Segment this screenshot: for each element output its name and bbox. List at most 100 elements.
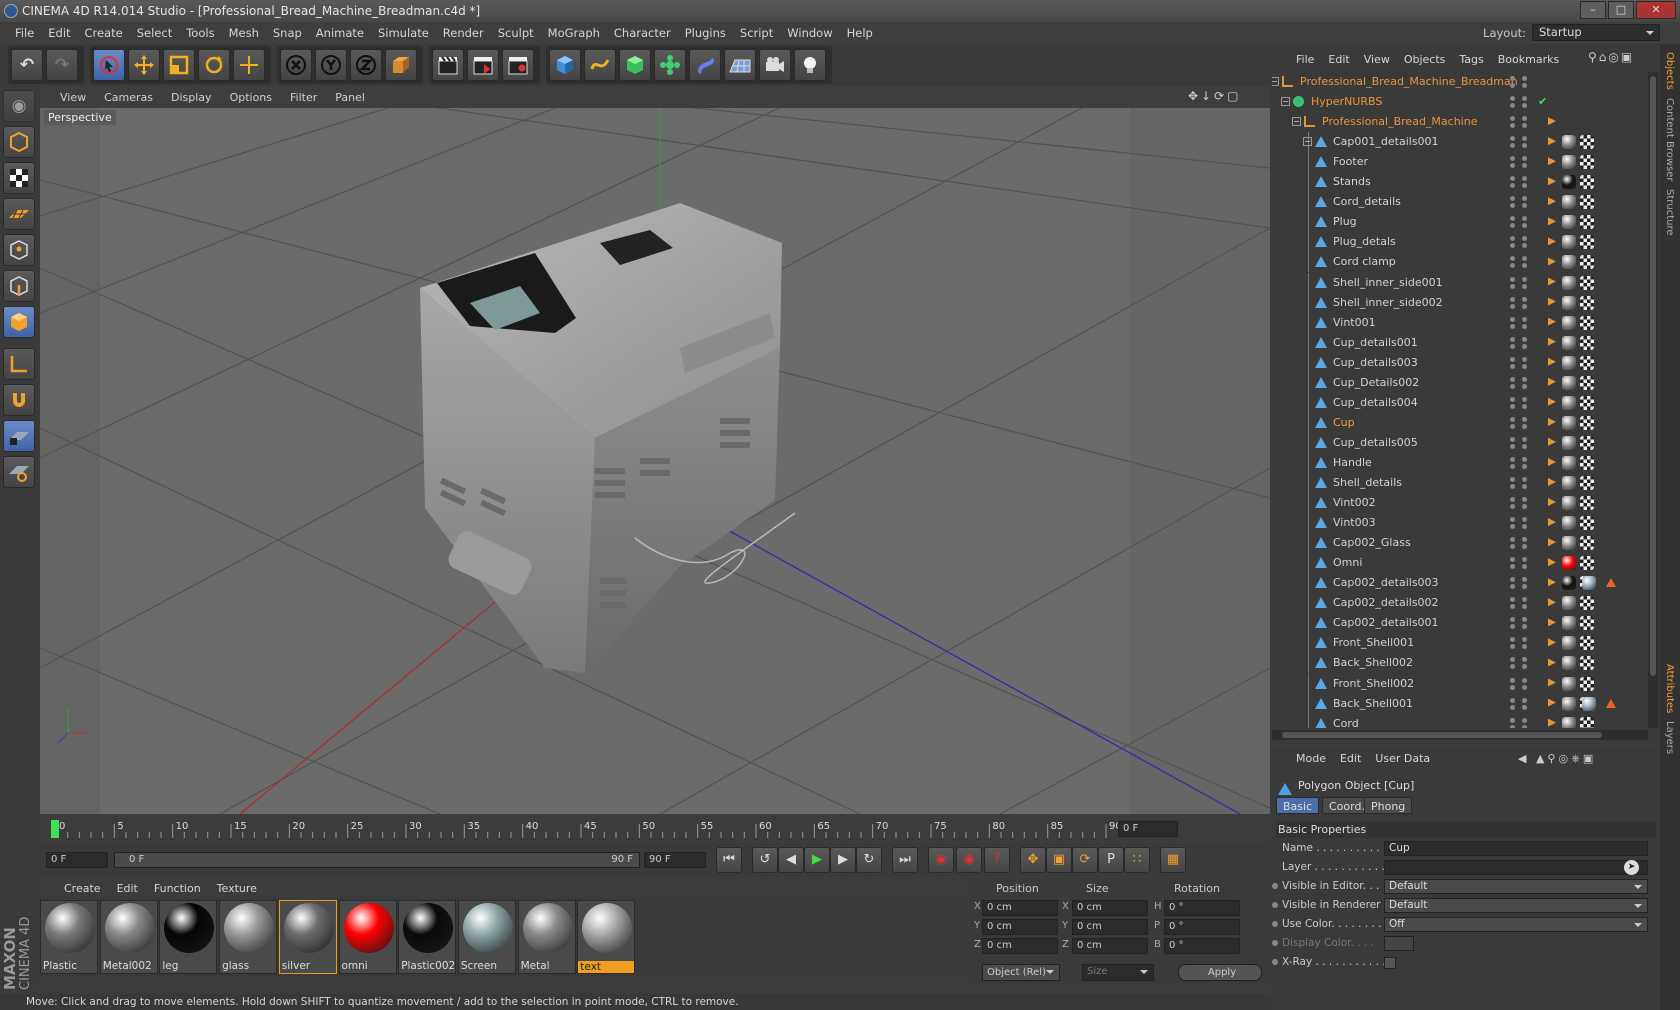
- visibility-dots[interactable]: [1510, 697, 1516, 710]
- material-tag-icon[interactable]: [1562, 275, 1576, 290]
- menu-edit[interactable]: Edit: [41, 26, 77, 40]
- material-tag-icon[interactable]: [1562, 536, 1576, 551]
- side-tab-objects[interactable]: Objects: [1664, 52, 1675, 90]
- material-tag-icon[interactable]: [1562, 235, 1576, 250]
- object-row[interactable]: Back_Shell001: [1272, 693, 1648, 714]
- polygon-mode-button[interactable]: [3, 306, 35, 338]
- uvw-tag-icon[interactable]: [1580, 355, 1594, 370]
- visibility-dots[interactable]: [1510, 76, 1516, 88]
- add-floor-button[interactable]: [724, 49, 756, 81]
- object-row[interactable]: Cord: [1272, 713, 1648, 728]
- visibility-dots[interactable]: [1510, 336, 1516, 349]
- render-dots[interactable]: [1522, 717, 1528, 728]
- material-menu-function[interactable]: Function: [154, 882, 201, 895]
- render-dots[interactable]: [1522, 697, 1528, 710]
- object-menu-tags[interactable]: Tags: [1459, 53, 1483, 66]
- locked-workplane-button[interactable]: [3, 420, 35, 452]
- menu-render[interactable]: Render: [436, 26, 491, 40]
- key-position-button[interactable]: ✥: [1020, 847, 1046, 873]
- phong-tag-icon[interactable]: [1548, 377, 1556, 386]
- object-row[interactable]: Cup_details003: [1272, 352, 1648, 373]
- visibility-dots[interactable]: [1510, 396, 1516, 409]
- redo-button[interactable]: ↷: [46, 49, 78, 81]
- visibility-dots[interactable]: [1510, 256, 1516, 269]
- size-z-field[interactable]: 0 cm: [1072, 938, 1148, 954]
- planar-workplane-button[interactable]: [3, 456, 35, 488]
- phong-tag-icon[interactable]: [1548, 598, 1556, 607]
- last-tool-button[interactable]: [233, 49, 265, 81]
- viewport-menu-options[interactable]: Options: [230, 91, 272, 104]
- phong-tag-icon[interactable]: [1548, 638, 1556, 647]
- render-settings-button[interactable]: [502, 49, 534, 81]
- visibility-dots[interactable]: [1510, 717, 1516, 728]
- menu-plugins[interactable]: Plugins: [678, 26, 733, 40]
- uvw-tag-icon[interactable]: [1580, 135, 1594, 150]
- layer-pick-icon[interactable]: ➤: [1624, 860, 1639, 875]
- uvw-tag-icon[interactable]: [1580, 676, 1594, 691]
- material-swatch[interactable]: Plastic: [40, 900, 98, 974]
- object-row[interactable]: − Professional_Bread_Machine_Breadman: [1272, 72, 1648, 92]
- visibility-dots[interactable]: [1510, 316, 1516, 329]
- render-dots[interactable]: [1522, 456, 1528, 469]
- object-list-hscroll[interactable]: [1272, 730, 1648, 740]
- material-tag-icon[interactable]: [1562, 576, 1576, 591]
- y-axis-button[interactable]: [315, 49, 347, 81]
- render-dots[interactable]: [1522, 657, 1528, 670]
- edge-mode-button[interactable]: [3, 270, 35, 302]
- material-tag-icon[interactable]: [1562, 255, 1576, 270]
- render-dots[interactable]: [1522, 336, 1528, 349]
- material-tag-icon[interactable]: [1582, 576, 1596, 591]
- expand-toggle[interactable]: −: [1292, 117, 1301, 127]
- menu-animate[interactable]: Animate: [309, 26, 371, 40]
- visibility-dots[interactable]: [1510, 657, 1516, 670]
- render-dots[interactable]: [1522, 677, 1528, 690]
- render-dots[interactable]: [1522, 116, 1528, 129]
- visibility-dots[interactable]: [1510, 456, 1516, 469]
- menu-snap[interactable]: Snap: [266, 26, 309, 40]
- layer-field[interactable]: [1384, 860, 1648, 875]
- phong-tag-icon[interactable]: [1548, 478, 1556, 486]
- menu-window[interactable]: Window: [780, 26, 839, 40]
- render-dots[interactable]: [1522, 356, 1528, 369]
- play-button[interactable]: ▶: [804, 847, 830, 873]
- add-nurbs-button[interactable]: [619, 49, 651, 81]
- live-selection-button[interactable]: [93, 49, 125, 81]
- object-row[interactable]: Handle: [1272, 452, 1648, 473]
- position-x-field[interactable]: 0 cm: [982, 900, 1058, 916]
- object-list-vscroll[interactable]: [1648, 72, 1658, 728]
- visibility-dots[interactable]: [1510, 196, 1516, 209]
- visibility-dots[interactable]: [1510, 236, 1516, 249]
- material-tag-icon[interactable]: [1562, 335, 1576, 350]
- phong-tag-icon[interactable]: [1548, 217, 1556, 226]
- go-to-end-button[interactable]: ⏭: [892, 847, 918, 873]
- axis-mode-button[interactable]: [3, 348, 35, 380]
- point-mode-button[interactable]: [3, 234, 35, 266]
- visibility-dots[interactable]: [1510, 597, 1516, 610]
- render-dots[interactable]: [1522, 236, 1528, 249]
- minimize-button[interactable]: –: [1580, 1, 1606, 19]
- size-mode-dropdown[interactable]: Size: [1082, 964, 1154, 981]
- material-swatch[interactable]: Metal002: [99, 900, 158, 974]
- rotation-p-field[interactable]: 0 °: [1164, 919, 1240, 935]
- phong-tag-icon[interactable]: [1548, 137, 1556, 146]
- render-view-button[interactable]: [432, 49, 464, 81]
- uvw-tag-icon[interactable]: [1580, 375, 1594, 390]
- uvw-tag-icon[interactable]: [1580, 556, 1594, 571]
- visibility-dots[interactable]: [1510, 216, 1516, 229]
- display-color-swatch[interactable]: [1384, 936, 1414, 951]
- key-pla-button[interactable]: ∷: [1124, 847, 1150, 873]
- coordinate-mode-dropdown[interactable]: Object (Rel): [982, 964, 1060, 981]
- attr-tab-phong[interactable]: Phong: [1364, 797, 1413, 814]
- uvw-tag-icon[interactable]: [1580, 716, 1594, 728]
- enabled-check-icon[interactable]: ✔: [1538, 92, 1547, 112]
- material-tag-icon[interactable]: [1562, 435, 1576, 450]
- attribute-menu-user-data[interactable]: User Data: [1375, 752, 1430, 765]
- material-tag-icon[interactable]: [1562, 355, 1576, 370]
- visibility-dots[interactable]: [1510, 376, 1516, 389]
- object-row[interactable]: Cap002_details003: [1272, 573, 1648, 594]
- phong-tag-icon[interactable]: [1548, 397, 1556, 406]
- uvw-tag-icon[interactable]: [1580, 195, 1594, 210]
- material-tag-icon[interactable]: [1562, 415, 1576, 430]
- object-menu-bookmarks[interactable]: Bookmarks: [1498, 53, 1559, 66]
- position-y-field[interactable]: 0 cm: [982, 919, 1058, 935]
